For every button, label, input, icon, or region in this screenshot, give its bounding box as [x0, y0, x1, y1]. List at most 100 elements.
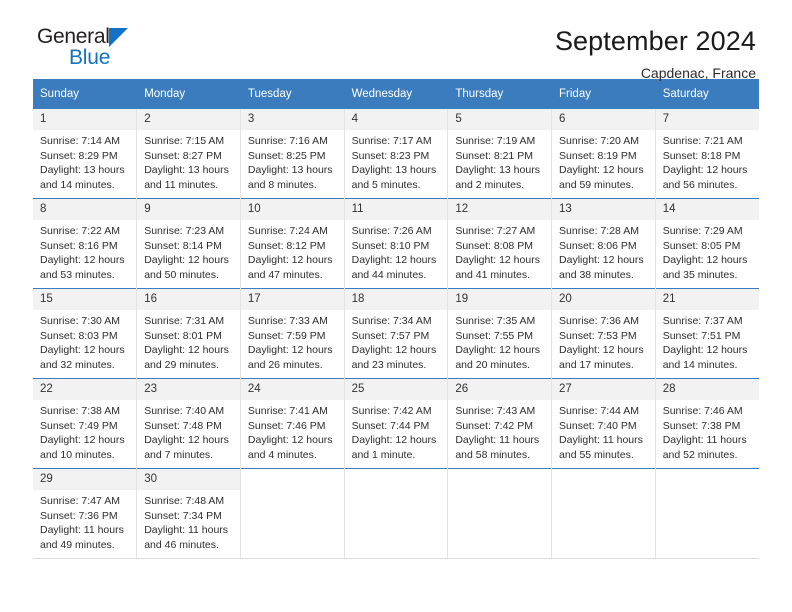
calendar-body: 1 Sunrise: 7:14 AM Sunset: 8:29 PM Dayli… [33, 108, 759, 559]
daylight-text-line2: and 55 minutes. [559, 448, 634, 461]
sunrise-text: Sunrise: 7:26 AM [351, 225, 432, 237]
day-cell[interactable]: 26 Sunrise: 7:43 AM Sunset: 7:42 PM Dayl… [447, 378, 553, 469]
day-cell[interactable]: 27 Sunrise: 7:44 AM Sunset: 7:40 PM Dayl… [551, 378, 656, 469]
daylight-text-line2: and 29 minutes. [144, 358, 219, 371]
day-details: Sunrise: 7:26 AM Sunset: 8:10 PM Dayligh… [345, 220, 448, 282]
day-cell[interactable]: 6 Sunrise: 7:20 AM Sunset: 8:19 PM Dayli… [551, 108, 656, 199]
daylight-text-line2: and 44 minutes. [351, 268, 427, 281]
daylight-text-line1: Daylight: 13 hours [455, 164, 540, 177]
day-number: 21 [655, 289, 759, 310]
daylight-text-line2: and 5 minutes. [351, 178, 421, 191]
day-number: 7 [655, 109, 759, 130]
day-details: Sunrise: 7:37 AM Sunset: 7:51 PM Dayligh… [656, 310, 759, 372]
sunrise-text: Sunrise: 7:27 AM [455, 225, 536, 237]
daylight-text-line1: Daylight: 12 hours [247, 434, 333, 447]
day-cell[interactable]: 28 Sunrise: 7:46 AM Sunset: 7:38 PM Dayl… [655, 378, 759, 469]
day-number: 3 [240, 109, 344, 130]
sunset-text: Sunset: 8:19 PM [559, 149, 637, 162]
day-cell[interactable]: 13 Sunrise: 7:28 AM Sunset: 8:06 PM Dayl… [551, 198, 656, 289]
calendar-page: General Blue September 2024 Capdenac, Fr… [0, 0, 792, 612]
day-cell[interactable]: 8 Sunrise: 7:22 AM Sunset: 8:16 PM Dayli… [33, 198, 138, 289]
daylight-text-line1: Daylight: 12 hours [247, 254, 333, 267]
sunset-text: Sunset: 8:01 PM [144, 329, 222, 342]
day-number: 12 [448, 199, 552, 220]
sunrise-text: Sunrise: 7:29 AM [662, 225, 743, 237]
daylight-text-line1: Daylight: 11 hours [662, 434, 747, 447]
sunrise-text: Sunrise: 7:16 AM [247, 135, 328, 147]
day-cell[interactable]: 25 Sunrise: 7:42 AM Sunset: 7:44 PM Dayl… [344, 378, 449, 469]
page-header: General Blue September 2024 Capdenac, Fr… [33, 0, 759, 82]
sunset-text: Sunset: 7:48 PM [144, 419, 222, 432]
day-number [552, 469, 655, 490]
sunrise-text: Sunrise: 7:23 AM [144, 225, 225, 237]
daylight-text-line2: and 58 minutes. [455, 448, 531, 461]
daylight-text-line2: and 4 minutes. [247, 448, 317, 461]
day-cell[interactable]: 12 Sunrise: 7:27 AM Sunset: 8:08 PM Dayl… [447, 198, 553, 289]
general-blue-logo: General Blue [33, 26, 217, 82]
daylight-text-line1: Daylight: 12 hours [559, 254, 644, 267]
sunset-text: Sunset: 8:05 PM [662, 239, 741, 252]
day-cell[interactable]: 22 Sunrise: 7:38 AM Sunset: 7:49 PM Dayl… [33, 378, 138, 469]
day-cell[interactable]: 16 Sunrise: 7:31 AM Sunset: 8:01 PM Dayl… [136, 288, 241, 379]
sunset-text: Sunset: 8:08 PM [455, 239, 533, 252]
day-cell[interactable]: 24 Sunrise: 7:41 AM Sunset: 7:46 PM Dayl… [240, 378, 345, 469]
day-details: Sunrise: 7:34 AM Sunset: 7:57 PM Dayligh… [345, 310, 448, 372]
sunset-text: Sunset: 8:25 PM [247, 149, 326, 162]
daylight-text-line2: and 47 minutes. [247, 268, 323, 281]
day-cell[interactable]: 15 Sunrise: 7:30 AM Sunset: 8:03 PM Dayl… [33, 288, 138, 379]
day-cell[interactable]: 20 Sunrise: 7:36 AM Sunset: 7:53 PM Dayl… [551, 288, 656, 379]
sunrise-text: Sunrise: 7:33 AM [247, 315, 328, 327]
day-cell[interactable]: 11 Sunrise: 7:26 AM Sunset: 8:10 PM Dayl… [344, 198, 449, 289]
day-cell[interactable]: 30 Sunrise: 7:48 AM Sunset: 7:34 PM Dayl… [136, 468, 241, 559]
daylight-text-line2: and 53 minutes. [40, 268, 115, 281]
sunset-text: Sunset: 8:21 PM [455, 149, 533, 162]
daylight-text-line1: Daylight: 12 hours [455, 254, 540, 267]
sunset-text: Sunset: 8:03 PM [40, 329, 118, 342]
day-cell[interactable]: 19 Sunrise: 7:35 AM Sunset: 7:55 PM Dayl… [447, 288, 553, 379]
daylight-text-line2: and 14 minutes. [40, 178, 115, 191]
day-cell[interactable]: 14 Sunrise: 7:29 AM Sunset: 8:05 PM Dayl… [655, 198, 759, 289]
daylight-text-line1: Daylight: 12 hours [559, 344, 644, 357]
day-number: 16 [137, 289, 240, 310]
sunrise-text: Sunrise: 7:34 AM [351, 315, 432, 327]
day-number [655, 469, 759, 490]
day-cell[interactable]: 18 Sunrise: 7:34 AM Sunset: 7:57 PM Dayl… [344, 288, 449, 379]
day-cell[interactable]: 3 Sunrise: 7:16 AM Sunset: 8:25 PM Dayli… [240, 108, 345, 199]
day-details: Sunrise: 7:43 AM Sunset: 7:42 PM Dayligh… [448, 400, 551, 462]
calendar-week-row: 29 Sunrise: 7:47 AM Sunset: 7:36 PM Dayl… [33, 468, 759, 559]
daylight-text-line1: Daylight: 12 hours [40, 434, 125, 447]
daylight-text-line1: Daylight: 11 hours [455, 434, 540, 447]
calendar-week-row: 1 Sunrise: 7:14 AM Sunset: 8:29 PM Dayli… [33, 108, 759, 199]
day-cell[interactable]: 9 Sunrise: 7:23 AM Sunset: 8:14 PM Dayli… [136, 198, 241, 289]
sunset-text: Sunset: 7:42 PM [455, 419, 533, 432]
day-cell[interactable]: 1 Sunrise: 7:14 AM Sunset: 8:29 PM Dayli… [33, 108, 138, 199]
daylight-text-line1: Daylight: 12 hours [40, 254, 125, 267]
day-cell[interactable]: 7 Sunrise: 7:21 AM Sunset: 8:18 PM Dayli… [655, 108, 759, 199]
sunset-text: Sunset: 7:59 PM [247, 329, 326, 342]
day-cell[interactable]: 5 Sunrise: 7:19 AM Sunset: 8:21 PM Dayli… [447, 108, 553, 199]
day-cell[interactable]: 21 Sunrise: 7:37 AM Sunset: 7:51 PM Dayl… [655, 288, 759, 379]
day-cell[interactable]: 4 Sunrise: 7:17 AM Sunset: 8:23 PM Dayli… [344, 108, 449, 199]
day-number: 15 [33, 289, 137, 310]
sunset-text: Sunset: 8:29 PM [40, 149, 118, 162]
day-cell[interactable]: 2 Sunrise: 7:15 AM Sunset: 8:27 PM Dayli… [136, 108, 241, 199]
daylight-text-line2: and 17 minutes. [559, 358, 634, 371]
day-number: 29 [33, 469, 137, 490]
day-details: Sunrise: 7:16 AM Sunset: 8:25 PM Dayligh… [241, 130, 344, 192]
daylight-text-line2: and 1 minute. [351, 448, 416, 461]
day-details: Sunrise: 7:29 AM Sunset: 8:05 PM Dayligh… [656, 220, 759, 282]
day-cell[interactable]: 10 Sunrise: 7:24 AM Sunset: 8:12 PM Dayl… [240, 198, 345, 289]
daylight-text-line2: and 32 minutes. [40, 358, 115, 371]
sunset-text: Sunset: 8:16 PM [40, 239, 118, 252]
daylight-text-line1: Daylight: 12 hours [351, 344, 437, 357]
page-title: September 2024 [554, 26, 756, 56]
day-cell[interactable]: 23 Sunrise: 7:40 AM Sunset: 7:48 PM Dayl… [136, 378, 241, 469]
day-cell[interactable]: 29 Sunrise: 7:47 AM Sunset: 7:36 PM Dayl… [33, 468, 138, 559]
daylight-text-line1: Daylight: 13 hours [351, 164, 437, 177]
day-number: 1 [33, 109, 137, 130]
calendar-week-row: 8 Sunrise: 7:22 AM Sunset: 8:16 PM Dayli… [33, 198, 759, 289]
sunset-text: Sunset: 7:57 PM [351, 329, 430, 342]
sunrise-text: Sunrise: 7:47 AM [40, 495, 120, 507]
day-cell[interactable]: 17 Sunrise: 7:33 AM Sunset: 7:59 PM Dayl… [240, 288, 345, 379]
page-subtitle-location: Capdenac, France [640, 65, 756, 81]
